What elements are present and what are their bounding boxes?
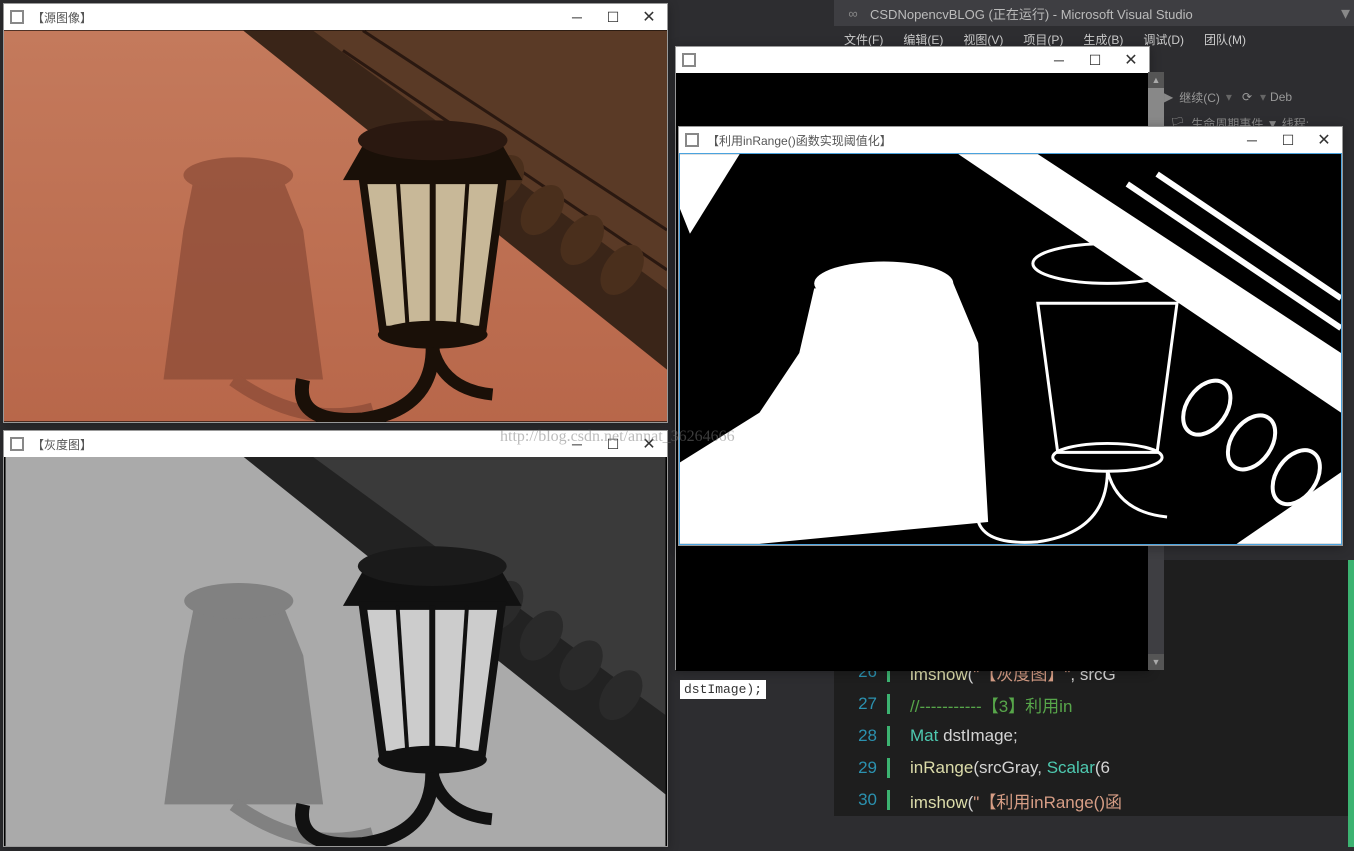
watermark-text: http://blog.csdn.net/annat_36264666 [500, 428, 735, 446]
source-image-window: 【源图像】 ─ ☐ ✕ [3, 3, 668, 423]
close-button[interactable]: ✕ [1113, 47, 1149, 73]
window-icon [10, 10, 24, 24]
continue-button[interactable]: 继续(C) [1179, 89, 1220, 106]
threshold-window-titlebar[interactable]: 【利用inRange()函数实现阈值化】 ─ ☐ ✕ [679, 127, 1342, 153]
menu-edit[interactable]: 编辑(E) [893, 31, 953, 48]
threshold-image-content [679, 153, 1342, 545]
menu-file[interactable]: 文件(F) [834, 31, 893, 48]
vs-debug-toolbar: ▶ 继续(C) ▾ ⟳ ▾ Deb [1164, 82, 1354, 112]
menu-team[interactable]: 团队(M) [1194, 31, 1256, 48]
code-line[interactable]: 28Mat dstImage; [834, 720, 1354, 752]
window-icon [10, 437, 24, 451]
vs-logo-icon: ∞ [844, 4, 862, 22]
source-window-title: 【源图像】 [32, 9, 92, 26]
code-text: inRange(srcGray, Scalar(6 [890, 758, 1110, 778]
refresh-icon[interactable]: ⟳ [1242, 90, 1252, 104]
code-line[interactable]: 27//-----------【3】利用in [834, 688, 1354, 720]
gray-image-content [4, 457, 667, 846]
code-line[interactable]: 29inRange(srcGray, Scalar(6 [834, 752, 1354, 784]
line-number: 27 [834, 694, 890, 714]
minimize-button[interactable]: ─ [559, 4, 595, 30]
code-text: Mat dstImage; [890, 726, 1018, 746]
console-text-fragment: dstImage); [680, 680, 766, 699]
window-icon [682, 53, 696, 67]
source-window-titlebar[interactable]: 【源图像】 ─ ☐ ✕ [4, 4, 667, 30]
minimize-button[interactable]: ─ [1041, 47, 1077, 73]
code-change-marker [1348, 560, 1354, 847]
code-text: imshow("【利用inRange()函 [890, 788, 1122, 813]
line-number: 28 [834, 726, 890, 746]
grayscale-window: 【灰度图】 ─ ☐ ✕ [3, 430, 668, 847]
menu-debug[interactable]: 调试(D) [1133, 31, 1194, 48]
maximize-button[interactable]: ☐ [1077, 47, 1113, 73]
maximize-button[interactable]: ☐ [595, 4, 631, 30]
gray-window-title: 【灰度图】 [32, 436, 92, 453]
close-button[interactable]: ✕ [631, 4, 667, 30]
maximize-button[interactable]: ☐ [1270, 127, 1306, 153]
play-icon[interactable]: ▶ [1164, 90, 1173, 104]
threshold-window: 【利用inRange()函数实现阈值化】 ─ ☐ ✕ [678, 126, 1343, 546]
line-number: 29 [834, 758, 890, 778]
window-icon [685, 133, 699, 147]
scrollbar-down-icon[interactable]: ▼ [1148, 654, 1164, 670]
vs-titlebar: ∞ CSDNopencvBLOG (正在运行) - Microsoft Visu… [834, 0, 1354, 26]
line-number: 30 [834, 790, 890, 810]
threshold-window-title: 【利用inRange()函数实现阈值化】 [707, 132, 892, 149]
menu-view[interactable]: 视图(V) [953, 31, 1013, 48]
vs-title-text: CSDNopencvBLOG (正在运行) - Microsoft Visual… [870, 4, 1193, 23]
scrollbar-up-icon[interactable]: ▲ [1148, 72, 1164, 88]
menu-build[interactable]: 生成(B) [1073, 31, 1133, 48]
deb-label: Deb [1270, 90, 1292, 104]
code-line[interactable]: 30imshow("【利用inRange()函 [834, 784, 1354, 816]
blank-window-titlebar[interactable]: ─ ☐ ✕ [676, 47, 1149, 73]
vs-dropdown-icon[interactable]: ▾ [1341, 3, 1354, 24]
code-text: //-----------【3】利用in [890, 692, 1072, 717]
close-button[interactable]: ✕ [1306, 127, 1342, 153]
menu-project[interactable]: 项目(P) [1013, 31, 1073, 48]
minimize-button[interactable]: ─ [1234, 127, 1270, 153]
source-image-content [4, 30, 667, 422]
